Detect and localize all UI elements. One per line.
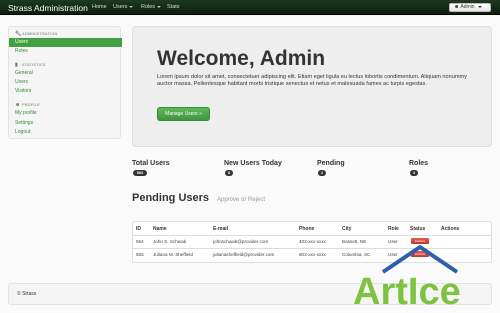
cell-phone: 803-xxx-xxxx [299, 252, 326, 257]
sidebar-item-settings[interactable]: Settings [15, 120, 33, 126]
col-actions: Actions [441, 226, 460, 232]
sidebar-item-logout[interactable]: Logout [15, 129, 30, 135]
stat-total-users-badge: 563 [133, 170, 147, 176]
col-email: E-mail [213, 226, 229, 232]
user-menu-label: Admin [460, 4, 475, 10]
sidebar-item-users[interactable]: Users [9, 38, 122, 47]
stat-pending-label: Pending [317, 160, 345, 167]
caret-down-icon [157, 5, 162, 8]
nav-users[interactable]: Users [113, 4, 134, 10]
cell-email: julianasheffield@provider.com [213, 252, 275, 257]
user-menu-button[interactable]: ☻ Admin [449, 3, 491, 12]
hero-text: Lorem ipsum dolor sit amet, consectetuer… [157, 74, 467, 88]
stat-roles-label: Roles [409, 160, 429, 167]
sidebar-item-my-profile[interactable]: My profile [15, 110, 37, 116]
header-divider [133, 235, 491, 236]
watermark-logo: ArtIce [353, 245, 461, 310]
stat-roles-badge: 3 [410, 170, 418, 176]
sidebar-header-administration: 🔧︎Administration [15, 31, 57, 37]
user-icon: ☻ [454, 4, 460, 10]
watermark-roof-icon [381, 245, 459, 274]
sidebar-nav: 🔧︎Administration Users Roles ▮ Statistics… [8, 26, 122, 139]
caret-down-icon [477, 5, 482, 8]
stat-total-users-label: Total Users [132, 160, 170, 167]
stat-pending-badge: 2 [318, 170, 326, 176]
pending-users-title: Pending Users [132, 192, 210, 204]
wrench-icon: 🔧︎ [15, 31, 22, 37]
sidebar-header-label: Administration [22, 32, 58, 36]
stat-new-users-label: New Users Today [224, 160, 282, 167]
col-role: Role [388, 226, 399, 232]
stat-new-users-badge: 8 [225, 170, 233, 176]
sidebar-header-label: Statistics [22, 63, 46, 67]
user-icon: ☻ [15, 102, 21, 108]
sidebar-item-roles[interactable]: Roles [15, 48, 28, 54]
cell-name: Juliana M. Sheffield [153, 252, 194, 257]
col-phone: Phone [299, 226, 315, 232]
brand-title[interactable]: Strass Administration [8, 3, 88, 13]
manage-users-button[interactable]: Manage Users » [157, 107, 210, 121]
pending-users-subtitle: Approve or Reject [217, 197, 266, 203]
nav-users-label: Users [113, 4, 128, 10]
sidebar-item-visitors[interactable]: Visitors [15, 88, 31, 94]
nav-home[interactable]: Home [92, 4, 107, 10]
sidebar-header-profile: ☻ Profile [15, 102, 40, 108]
caret-down-icon [129, 5, 134, 8]
cell-email: johnschwab@provider.com [213, 239, 269, 244]
sidebar-item-general[interactable]: General [15, 70, 33, 76]
sidebar-header-statistics: ▮ Statistics [15, 62, 46, 68]
cell-id: 564 [136, 239, 144, 244]
nav-roles[interactable]: Roles [141, 4, 162, 10]
nav-stats[interactable]: Stats [167, 4, 180, 10]
nav-roles-label: Roles [141, 4, 156, 10]
cell-id: 565 [136, 252, 144, 257]
cell-name: John S. Schwab [153, 239, 187, 244]
hero-title: Welcome, Admin [157, 47, 326, 70]
welcome-hero: Welcome, Admin Lorem ipsum dolor sit ame… [132, 26, 492, 147]
watermark-text: ArtIce [353, 271, 461, 310]
col-status: Status [410, 226, 426, 232]
signal-icon: ▮ [15, 62, 18, 68]
top-navbar: Strass Administration Home Users Roles S… [0, 0, 500, 15]
sidebar-item-stat-users[interactable]: Users [15, 79, 28, 85]
col-name: Name [153, 226, 167, 232]
col-city: City [342, 226, 352, 232]
cell-phone: 402-xxx-xxxx [299, 239, 326, 244]
sidebar-header-label: Profile [22, 103, 40, 107]
col-id: ID [136, 226, 141, 232]
footer-copyright: © Strass [17, 291, 37, 297]
